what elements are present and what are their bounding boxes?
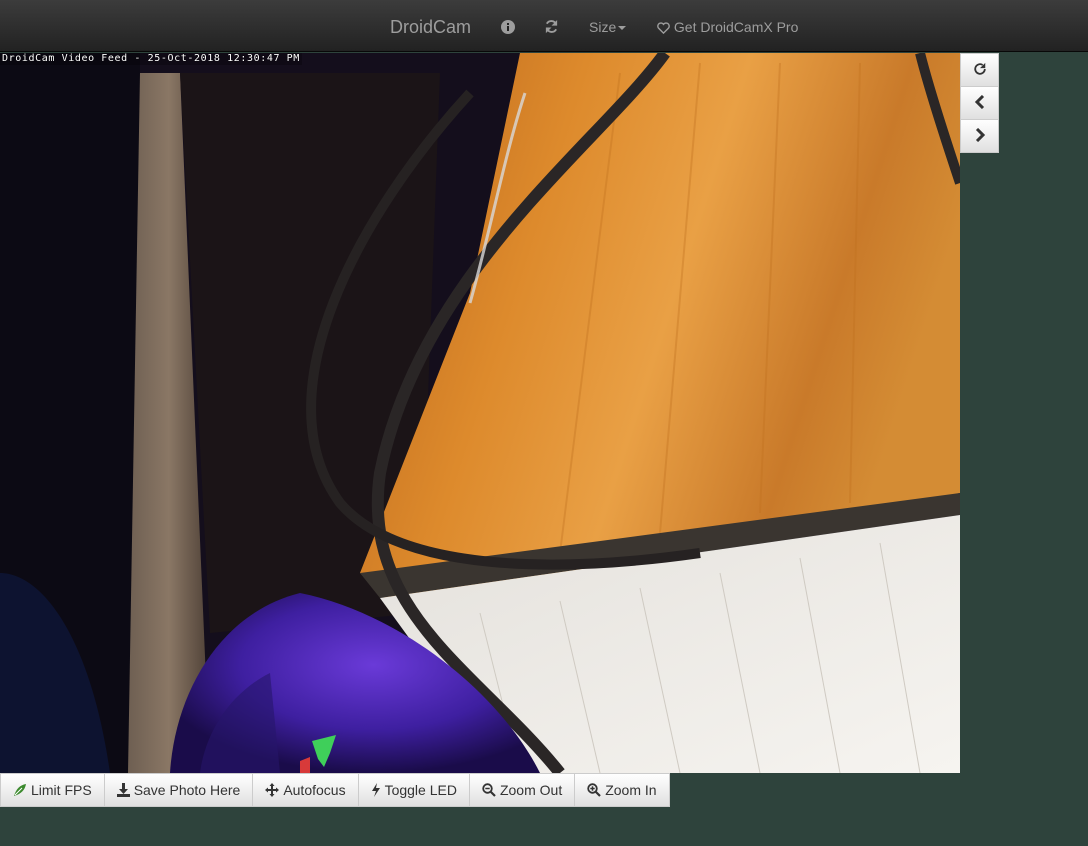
refresh-icon (545, 19, 558, 34)
size-dropdown-label: Size (589, 19, 617, 35)
save-photo-label: Save Photo Here (133, 781, 241, 798)
heart-outline-icon (657, 22, 670, 35)
limit-fps-label: Limit FPS (31, 781, 92, 798)
toggle-led-button[interactable]: Toggle LED (358, 773, 470, 807)
chevron-right-icon (975, 127, 985, 143)
autofocus-label: Autofocus (283, 781, 346, 798)
limit-fps-button[interactable]: Limit FPS (0, 773, 105, 807)
brand-title[interactable]: DroidCam (390, 0, 471, 52)
toggle-led-label: Toggle LED (384, 781, 457, 798)
video-timestamp-overlay: DroidCam Video Feed - 25-Oct-2018 12:30:… (0, 53, 302, 65)
zoom-out-icon (482, 783, 496, 797)
refresh-button[interactable] (544, 0, 559, 52)
get-pro-label: Get DroidCamX Pro (673, 19, 799, 35)
flash-icon (371, 783, 380, 797)
zoom-in-label: Zoom In (605, 781, 657, 798)
save-photo-button[interactable]: Save Photo Here (104, 773, 254, 807)
zoom-in-icon (587, 783, 601, 797)
info-sign-icon (501, 20, 515, 34)
video-side-controls (960, 53, 1000, 153)
zoom-out-button[interactable]: Zoom Out (469, 773, 576, 807)
zoom-out-label: Zoom Out (499, 781, 563, 798)
get-pro-link[interactable]: Get DroidCamX Pro (657, 0, 798, 52)
rotate-button[interactable] (960, 53, 999, 87)
leaf-icon (14, 784, 26, 796)
zoom-in-button[interactable]: Zoom In (575, 773, 670, 807)
download-icon (116, 783, 130, 797)
size-dropdown[interactable]: Size (589, 0, 627, 52)
navbar: DroidCam Size Get DroidCamX Pro (0, 0, 1088, 52)
previous-button[interactable] (960, 87, 999, 120)
chevron-left-icon (974, 94, 984, 110)
caret-down-icon (618, 26, 627, 31)
camera-frame-image (0, 53, 960, 773)
camera-toolbar: Limit FPS Save Photo Here Autofocus Togg… (0, 773, 670, 807)
info-button[interactable] (501, 0, 515, 52)
next-button[interactable] (960, 120, 999, 153)
video-feed: DroidCam Video Feed - 25-Oct-2018 12:30:… (0, 53, 960, 773)
move-crosshair-icon (265, 783, 280, 797)
autofocus-button[interactable]: Autofocus (253, 773, 359, 807)
rotate-icon (973, 62, 986, 75)
